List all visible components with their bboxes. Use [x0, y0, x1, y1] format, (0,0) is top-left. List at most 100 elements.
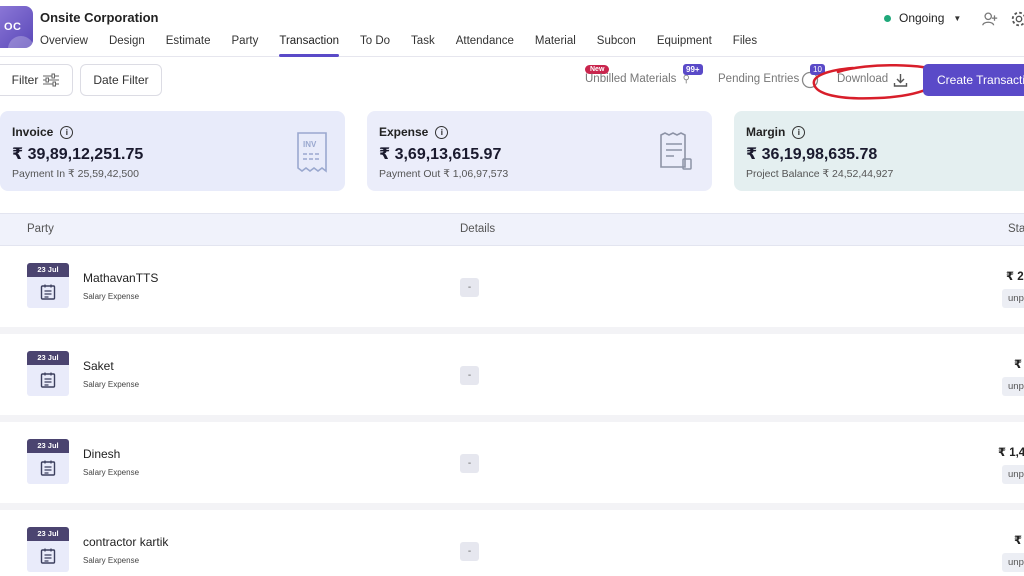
tab-transaction[interactable]: Transaction — [279, 35, 339, 57]
tab-estimate[interactable]: Estimate — [166, 35, 211, 57]
receipt-icon — [660, 132, 692, 170]
table-row[interactable]: 23 Jul Dinesh Salary Expense - ₹ 1,4 unp — [0, 422, 1024, 504]
download-label: Download — [837, 73, 889, 85]
tab-design[interactable]: Design — [109, 35, 145, 57]
table-row[interactable]: 23 Jul Saket Salary Expense - ₹ unp — [0, 334, 1024, 416]
status-badge: unp — [1002, 377, 1024, 396]
party-name: Dinesh — [83, 447, 121, 461]
date-filter-button[interactable]: Date Filter — [80, 64, 162, 96]
payment-out-text: Payment Out ₹ 1,06,97,573 — [379, 168, 509, 180]
table-row[interactable]: 23 Jul contractor kartik Salary Expense … — [0, 510, 1024, 576]
create-transaction-button[interactable]: Create Transaction — [923, 64, 1024, 96]
transaction-type: Salary Expense — [83, 468, 140, 477]
tab-overview[interactable]: Overview — [40, 35, 88, 57]
date-badge: 23 Jul — [27, 439, 69, 484]
margin-title: Margin — [746, 125, 786, 139]
payment-in-text: Payment In ₹ 25,59,42,500 — [12, 168, 139, 180]
details-chip[interactable]: - — [460, 278, 479, 297]
tab-subcon[interactable]: Subcon — [597, 35, 636, 57]
date-label: 23 Jul — [27, 263, 69, 277]
tab-task[interactable]: Task — [411, 35, 435, 57]
status-label: Ongoing — [899, 11, 945, 25]
invoice-icon: INV — [297, 132, 327, 173]
transaction-type: Salary Expense — [83, 292, 140, 301]
clipboard-icon — [40, 460, 56, 476]
expense-amount: ₹ 3,69,13,615.97 — [379, 146, 502, 163]
expense-card[interactable]: Expense i ₹ 3,69,13,615.97 Payment Out ₹… — [367, 111, 712, 191]
transaction-amount: ₹ — [1014, 535, 1023, 547]
pending-entries-link[interactable]: Pending Entries — [718, 73, 799, 85]
invoice-icon-text: INV — [303, 140, 317, 149]
project-tabs: Overview Design Estimate Party Transacti… — [40, 35, 778, 57]
column-header-details: Details — [460, 223, 496, 235]
expense-title-row: Expense i — [379, 125, 700, 139]
filter-label: Filter — [11, 73, 39, 87]
date-filter-label: Date Filter — [93, 73, 149, 87]
app-header: OC Onsite Corporation Overview Design Es… — [0, 0, 1024, 57]
date-label: 23 Jul — [27, 439, 69, 453]
filter-button[interactable]: Filter — [0, 64, 73, 96]
party-name: Saket — [83, 359, 114, 373]
unbilled-materials-label: Unbilled Materials — [585, 73, 677, 85]
company-logo[interactable]: OC — [0, 6, 33, 48]
column-header-party: Party — [27, 223, 54, 235]
details-chip[interactable]: - — [460, 542, 479, 561]
pending-count-badge: 10 — [810, 64, 825, 75]
tab-files[interactable]: Files — [733, 35, 757, 57]
project-status-dropdown[interactable]: Ongoing ▼ — [884, 11, 961, 25]
transaction-type: Salary Expense — [83, 380, 140, 389]
gear-icon[interactable] — [1010, 10, 1024, 28]
date-badge: 23 Jul — [27, 351, 69, 396]
transaction-amount: ₹ 2, — [1006, 271, 1024, 283]
chevron-down-icon: ▼ — [953, 13, 962, 23]
margin-title-row: Margin i — [746, 125, 1022, 139]
unbilled-materials-link[interactable]: Unbilled Materials ⚲ — [585, 73, 690, 85]
details-chip[interactable]: - — [460, 366, 479, 385]
link-icon: ⚲ — [682, 74, 690, 85]
tab-attendance[interactable]: Attendance — [456, 35, 514, 57]
date-badge: 23 Jul — [27, 527, 69, 572]
party-name: MathavanTTS — [83, 271, 159, 285]
date-badge: 23 Jul — [27, 263, 69, 308]
clipboard-icon — [40, 284, 56, 300]
margin-card[interactable]: Margin i ₹ 36,19,98,635.78 Project Balan… — [734, 111, 1024, 191]
transaction-type: Salary Expense — [83, 556, 140, 565]
tab-material[interactable]: Material — [535, 35, 576, 57]
unbilled-count-badge: 99+ — [683, 64, 703, 75]
clipboard-icon — [40, 372, 56, 388]
download-button[interactable]: Download — [837, 73, 888, 85]
invoice-title: Invoice — [12, 125, 54, 139]
create-transaction-label: Create Transaction — [937, 73, 1024, 87]
sliders-icon — [43, 73, 60, 87]
transactions-table-header: Party Details Sta — [0, 213, 1024, 246]
project-balance-text: Project Balance ₹ 24,52,44,927 — [746, 168, 894, 180]
info-icon[interactable]: i — [792, 125, 806, 139]
status-badge: unp — [1002, 465, 1024, 484]
info-icon[interactable]: i — [60, 125, 74, 139]
invoice-amount: ₹ 39,89,12,251.75 — [12, 146, 144, 163]
date-label: 23 Jul — [27, 351, 69, 365]
status-badge: unp — [1002, 553, 1024, 572]
invoice-card[interactable]: Invoice i ₹ 39,89,12,251.75 Payment In ₹… — [0, 111, 345, 191]
date-label: 23 Jul — [27, 527, 69, 541]
download-icon[interactable] — [893, 73, 908, 88]
company-name: Onsite Corporation — [40, 10, 159, 25]
info-icon[interactable]: i — [435, 125, 449, 139]
column-header-status: Sta — [1008, 223, 1024, 235]
invoice-title-row: Invoice i — [12, 125, 333, 139]
clipboard-icon — [40, 548, 56, 564]
status-badge: unp — [1002, 289, 1024, 308]
margin-amount: ₹ 36,19,98,635.78 — [746, 146, 878, 163]
logo-text: OC — [4, 21, 22, 33]
details-chip[interactable]: - — [460, 454, 479, 473]
table-row[interactable]: 23 Jul MathavanTTS Salary Expense - ₹ 2,… — [0, 246, 1024, 328]
tab-party[interactable]: Party — [232, 35, 259, 57]
tab-equipment[interactable]: Equipment — [657, 35, 712, 57]
party-name: contractor kartik — [83, 535, 169, 549]
tab-todo[interactable]: To Do — [360, 35, 390, 57]
add-user-icon[interactable] — [981, 10, 999, 28]
transaction-amount: ₹ 1,4 — [998, 447, 1024, 459]
expense-title: Expense — [379, 125, 429, 139]
status-dot — [884, 14, 891, 22]
pending-entries-label: Pending Entries — [718, 73, 800, 85]
